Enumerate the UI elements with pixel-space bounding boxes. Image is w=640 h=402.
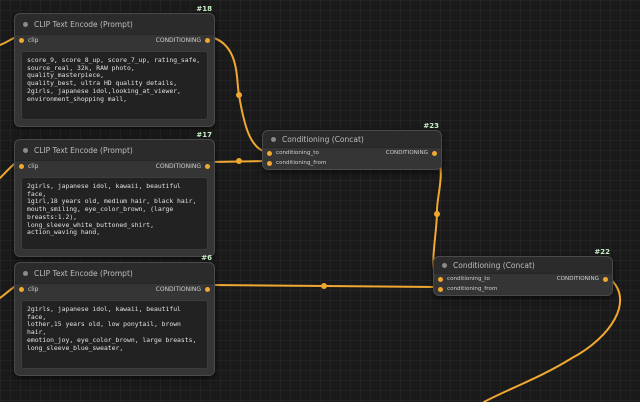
clip-input-slot[interactable]: clip bbox=[19, 286, 38, 293]
input-dot-icon[interactable] bbox=[19, 164, 24, 169]
node-slots: clip CONDITIONING bbox=[15, 161, 214, 173]
collapse-dot-icon[interactable] bbox=[23, 147, 28, 153]
slot-label: clip bbox=[28, 37, 39, 44]
node-id-badge: #22 bbox=[594, 248, 610, 256]
slot-label: conditioning_to bbox=[447, 276, 490, 282]
reroute-dot bbox=[236, 158, 242, 164]
collapse-dot-icon[interactable] bbox=[271, 136, 276, 142]
conditioning-concat-node-23[interactable]: #23 Conditioning (Concat) conditioning_t… bbox=[262, 122, 442, 170]
node-id-badge: #23 bbox=[423, 122, 439, 130]
node-title: CLIP Text Encode (Prompt) bbox=[34, 145, 133, 155]
output-dot-icon[interactable] bbox=[205, 164, 210, 169]
collapse-dot-icon[interactable] bbox=[23, 270, 28, 276]
node-id-badge: #6 bbox=[201, 254, 212, 262]
slot-label: conditioning_from bbox=[276, 160, 327, 166]
slot-label: CONDITIONING bbox=[155, 37, 201, 44]
node-slots: clip CONDITIONING bbox=[15, 284, 214, 296]
node-title: Conditioning (Concat) bbox=[453, 260, 535, 270]
reroute-dot bbox=[236, 92, 242, 98]
conditioning-from-slot[interactable]: conditioning_from bbox=[267, 160, 326, 166]
conditioning-output-slot[interactable]: CONDITIONING bbox=[386, 150, 437, 156]
conditioning-output-slot[interactable]: CONDITIONING bbox=[156, 37, 210, 44]
reroute-dot bbox=[434, 211, 440, 217]
clip-input-slot[interactable]: clip bbox=[19, 37, 38, 44]
node-title-bar[interactable]: CLIP Text Encode (Prompt) bbox=[15, 263, 214, 284]
input-dot-icon[interactable] bbox=[19, 287, 24, 292]
slot-row: conditioning_to CONDITIONING bbox=[263, 148, 441, 158]
node-title: Conditioning (Concat) bbox=[282, 134, 364, 144]
slot-label: CONDITIONING bbox=[385, 150, 428, 156]
conditioning-to-slot[interactable]: conditioning_to bbox=[267, 150, 319, 156]
input-dot-icon[interactable] bbox=[438, 276, 443, 282]
output-dot-icon[interactable] bbox=[432, 150, 437, 156]
node-title-bar[interactable]: CLIP Text Encode (Prompt) bbox=[15, 14, 214, 35]
reroute-dot bbox=[321, 283, 327, 289]
node-title-bar[interactable]: Conditioning (Concat) bbox=[434, 257, 612, 274]
node-title-bar[interactable]: Conditioning (Concat) bbox=[263, 131, 441, 148]
input-dot-icon[interactable] bbox=[267, 160, 272, 166]
input-dot-icon[interactable] bbox=[19, 38, 24, 43]
wire-6-to-22 bbox=[210, 284, 437, 288]
node-title-bar[interactable]: CLIP Text Encode (Prompt) bbox=[15, 140, 214, 161]
node-title: CLIP Text Encode (Prompt) bbox=[34, 19, 133, 29]
conditioning-output-slot[interactable]: CONDITIONING bbox=[557, 276, 608, 282]
conditioning-output-slot[interactable]: CONDITIONING bbox=[156, 163, 210, 170]
node-slots: clip CONDITIONING bbox=[15, 35, 214, 47]
slot-row: conditioning_to CONDITIONING bbox=[434, 274, 612, 284]
wire-18-to-23 bbox=[210, 36, 267, 153]
wire-17-to-23 bbox=[210, 160, 267, 163]
node-title: CLIP Text Encode (Prompt) bbox=[34, 268, 133, 278]
slot-label: clip bbox=[28, 163, 39, 170]
output-dot-icon[interactable] bbox=[205, 287, 210, 292]
conditioning-output-slot[interactable]: CONDITIONING bbox=[156, 286, 210, 293]
prompt-textarea[interactable]: score_9, score_8_up, score_7_up, rating_… bbox=[21, 51, 208, 120]
input-dot-icon[interactable] bbox=[267, 150, 272, 156]
conditioning-to-slot[interactable]: conditioning_to bbox=[438, 276, 490, 282]
collapse-dot-icon[interactable] bbox=[442, 262, 447, 268]
slot-label: conditioning_from bbox=[447, 286, 498, 292]
slot-label: clip bbox=[28, 286, 39, 293]
slot-label: CONDITIONING bbox=[155, 163, 201, 170]
slot-label: conditioning_to bbox=[276, 150, 319, 156]
slot-row: conditioning_from bbox=[263, 158, 441, 168]
node-id-badge: #17 bbox=[196, 131, 212, 139]
clip-text-encode-node-18[interactable]: #18 CLIP Text Encode (Prompt) clip CONDI… bbox=[14, 5, 215, 127]
prompt-textarea[interactable]: 2girls, japanese idol, kawaii, beautiful… bbox=[21, 300, 208, 369]
wire-22-out bbox=[483, 277, 621, 402]
clip-text-encode-node-17[interactable]: #17 CLIP Text Encode (Prompt) clip CONDI… bbox=[14, 131, 215, 257]
clip-input-slot[interactable]: clip bbox=[19, 163, 38, 170]
conditioning-from-slot[interactable]: conditioning_from bbox=[438, 286, 497, 292]
slot-row: conditioning_from bbox=[434, 284, 612, 294]
slot-label: CONDITIONING bbox=[556, 276, 599, 282]
slot-label: CONDITIONING bbox=[155, 286, 201, 293]
input-dot-icon[interactable] bbox=[438, 286, 443, 292]
conditioning-concat-node-22[interactable]: #22 Conditioning (Concat) conditioning_t… bbox=[433, 248, 613, 296]
output-dot-icon[interactable] bbox=[205, 38, 210, 43]
node-id-badge: #18 bbox=[196, 5, 212, 13]
collapse-dot-icon[interactable] bbox=[23, 21, 28, 27]
prompt-textarea[interactable]: 2girls, japanese idol, kawaii, beautiful… bbox=[21, 177, 208, 250]
clip-text-encode-node-6[interactable]: #6 CLIP Text Encode (Prompt) clip CONDIT… bbox=[14, 254, 215, 376]
output-dot-icon[interactable] bbox=[603, 276, 608, 282]
